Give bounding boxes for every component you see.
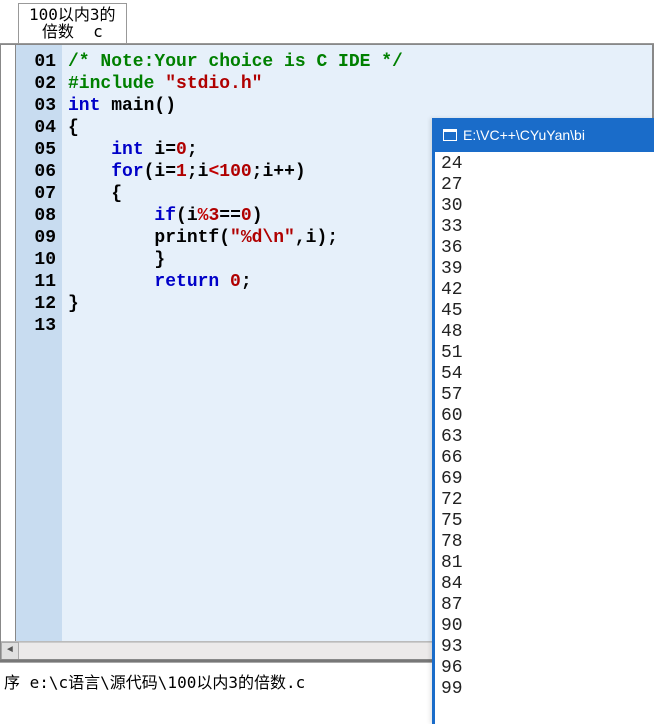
console-line: 30: [441, 196, 648, 217]
console-line: 96: [441, 658, 648, 679]
console-line: 45: [441, 301, 648, 322]
console-line: 27: [441, 175, 648, 196]
console-line: 99: [441, 679, 648, 700]
line-number: 11: [22, 271, 56, 293]
console-titlebar[interactable]: E:\VC++\CYuYan\bi: [435, 118, 654, 152]
line-number: 08: [22, 205, 56, 227]
console-line: 69: [441, 469, 648, 490]
console-line: 57: [441, 385, 648, 406]
line-number: 04: [22, 117, 56, 139]
console-line: 84: [441, 574, 648, 595]
console-line: 48: [441, 322, 648, 343]
console-output: 2427303336394245485154576063666972757881…: [435, 152, 654, 702]
console-line: 81: [441, 553, 648, 574]
console-line: 90: [441, 616, 648, 637]
file-tab[interactable]: 100以内3的 倍数 c: [18, 3, 127, 43]
line-number: 10: [22, 249, 56, 271]
line-number: 01: [22, 51, 56, 73]
line-number: 03: [22, 95, 56, 117]
line-gutter: 01020304050607080910111213: [16, 45, 62, 659]
console-line: 63: [441, 427, 648, 448]
console-line: 93: [441, 637, 648, 658]
line-number: 06: [22, 161, 56, 183]
console-line: 72: [441, 490, 648, 511]
code-line-1: /* Note:Your choice is C IDE */: [68, 51, 652, 73]
console-line: 66: [441, 448, 648, 469]
tab-bar: 100以内3的 倍数 c: [0, 0, 654, 44]
console-line: 87: [441, 595, 648, 616]
console-line: 33: [441, 217, 648, 238]
console-line: 24: [441, 154, 648, 175]
line-number: 02: [22, 73, 56, 95]
console-line: 78: [441, 532, 648, 553]
line-number: 05: [22, 139, 56, 161]
console-line: 60: [441, 406, 648, 427]
line-number: 09: [22, 227, 56, 249]
console-line: 75: [441, 511, 648, 532]
scroll-left-arrow-icon[interactable]: ◄: [1, 642, 19, 660]
console-window[interactable]: E:\VC++\CYuYan\bi 2427303336394245485154…: [432, 118, 654, 724]
console-line: 36: [441, 238, 648, 259]
console-line: 51: [441, 343, 648, 364]
line-number: 13: [22, 315, 56, 337]
file-path: 序 e:\c语言\源代码\100以内3的倍数.c: [4, 673, 305, 692]
code-line-2: #include "stdio.h": [68, 73, 652, 95]
console-line: 54: [441, 364, 648, 385]
console-line: 42: [441, 280, 648, 301]
console-line: 39: [441, 259, 648, 280]
code-line-3: int main(): [68, 95, 652, 117]
line-number: 12: [22, 293, 56, 315]
console-icon: [443, 129, 457, 141]
console-title-text: E:\VC++\CYuYan\bi: [463, 127, 585, 143]
line-number: 07: [22, 183, 56, 205]
